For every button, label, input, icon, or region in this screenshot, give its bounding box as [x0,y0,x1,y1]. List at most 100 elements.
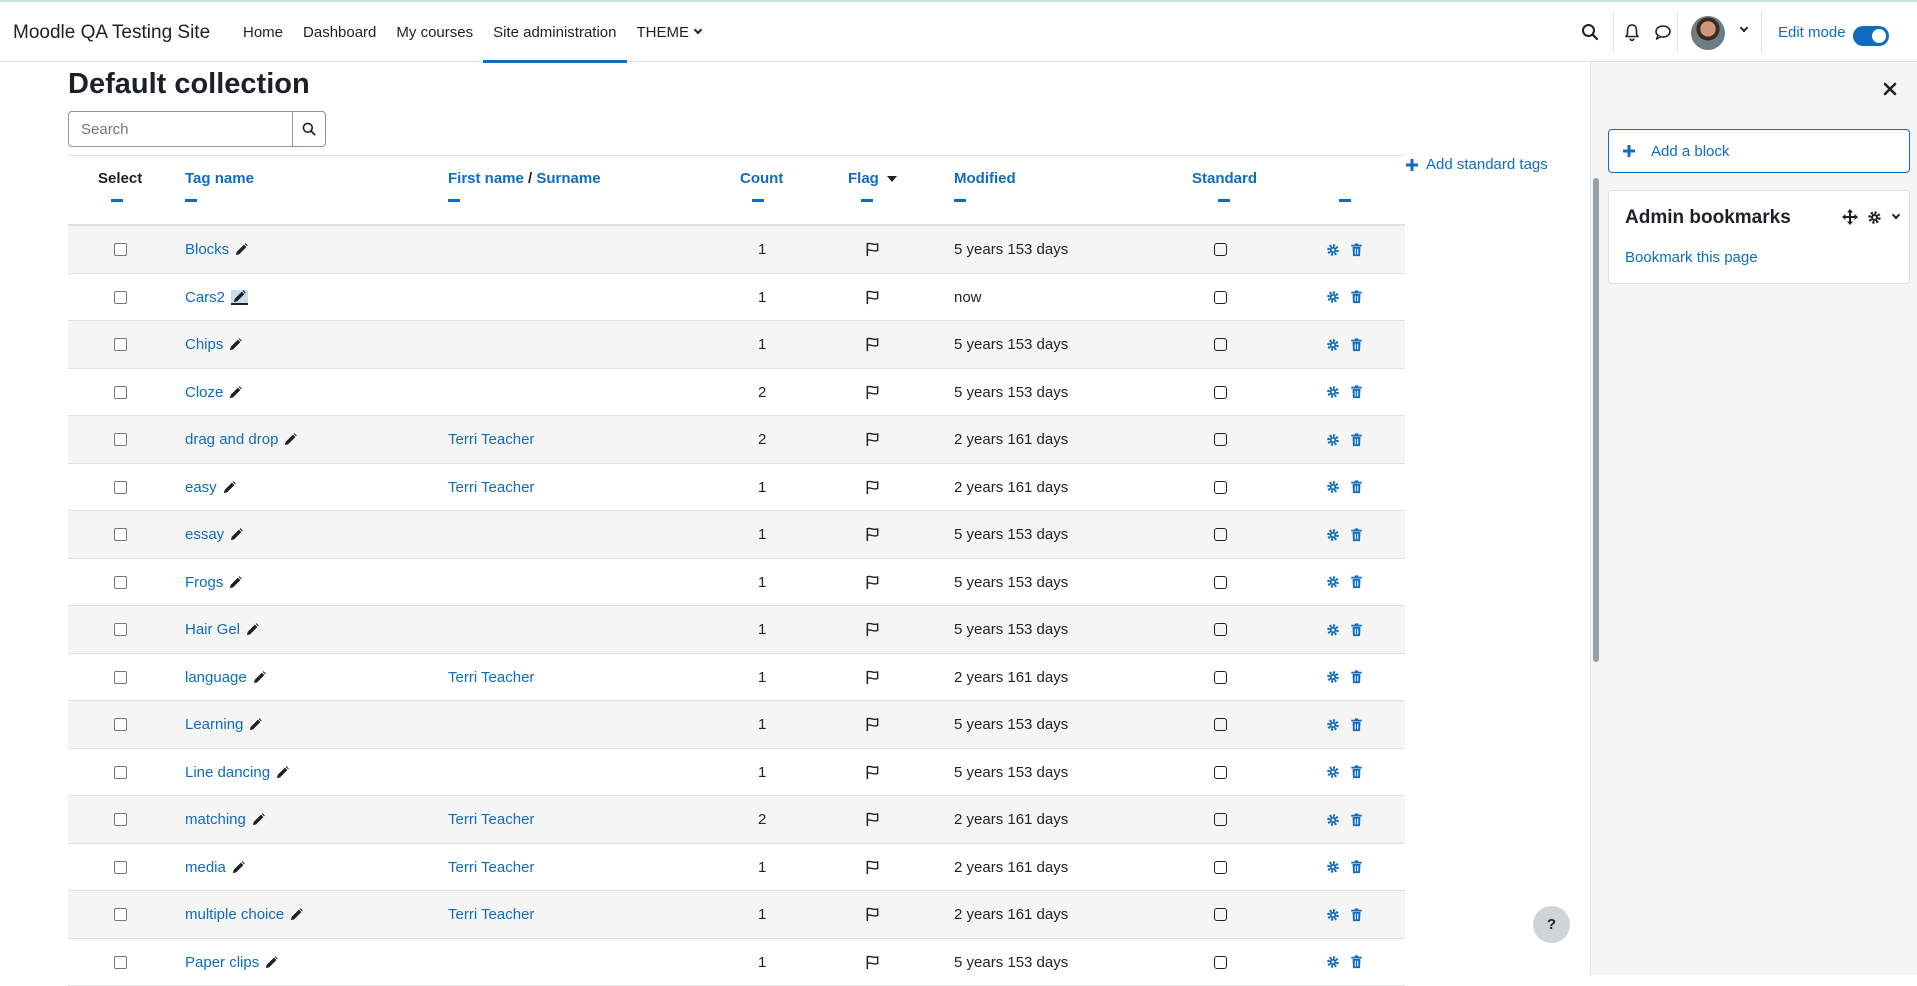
row-select-checkbox[interactable] [114,481,127,494]
pencil-icon[interactable] [223,481,236,494]
flag-icon[interactable] [865,385,880,400]
search-input[interactable] [68,111,292,147]
standard-toggle-icon[interactable] [1214,291,1227,304]
nav-home[interactable]: Home [233,2,293,62]
standard-toggle-icon[interactable] [1214,766,1227,779]
pencil-icon[interactable] [290,908,303,921]
gear-icon[interactable] [1326,670,1340,684]
collapse-column-control[interactable] [861,199,873,202]
trash-icon[interactable] [1350,480,1363,494]
pencil-icon[interactable] [229,576,242,589]
add-block-button[interactable]: Add a block [1608,129,1910,173]
gear-icon[interactable] [1326,385,1340,399]
standard-toggle-icon[interactable] [1214,908,1227,921]
collapse-column-control[interactable] [185,199,197,202]
tag-name-link[interactable]: Blocks [185,241,229,258]
user-link[interactable]: Terri Teacher [448,906,534,923]
user-link[interactable]: Terri Teacher [448,669,534,686]
nav-dashboard[interactable]: Dashboard [293,2,386,62]
site-brand[interactable]: Moodle QA Testing Site [13,22,210,44]
sort-modified[interactable]: Modified [954,170,1016,187]
gear-icon[interactable] [1326,765,1340,779]
row-select-checkbox[interactable] [114,243,127,256]
pencil-icon[interactable] [235,243,248,256]
chat-bubble-icon[interactable] [1653,22,1673,42]
tag-name-link[interactable]: Chips [185,336,223,353]
flag-icon[interactable] [865,812,880,827]
gear-icon[interactable] [1326,243,1340,257]
flag-icon[interactable] [865,242,880,257]
row-select-checkbox[interactable] [114,813,127,826]
flag-icon[interactable] [865,860,880,875]
user-avatar[interactable] [1691,16,1725,50]
standard-toggle-icon[interactable] [1214,433,1227,446]
row-select-checkbox[interactable] [114,338,127,351]
tag-name-link[interactable]: matching [185,811,246,828]
user-link[interactable]: Terri Teacher [448,859,534,876]
trash-icon[interactable] [1350,623,1363,637]
flag-icon[interactable] [865,955,880,970]
pencil-icon[interactable] [229,386,242,399]
trash-icon[interactable] [1350,670,1363,684]
move-icon[interactable] [1842,209,1858,225]
row-select-checkbox[interactable] [114,433,127,446]
collapse-column-control[interactable] [1218,199,1230,202]
gear-icon[interactable] [1326,860,1340,874]
trash-icon[interactable] [1350,765,1363,779]
user-link[interactable]: Terri Teacher [448,811,534,828]
help-button[interactable]: ? [1533,906,1570,943]
pencil-icon[interactable] [229,338,242,351]
pencil-icon[interactable] [253,671,266,684]
flag-icon[interactable] [865,432,880,447]
row-select-checkbox[interactable] [114,623,127,636]
trash-icon[interactable] [1350,813,1363,827]
flag-icon[interactable] [865,575,880,590]
collapse-column-control[interactable] [954,199,966,202]
gear-icon[interactable] [1326,813,1340,827]
tag-name-link[interactable]: Learning [185,716,243,733]
trash-icon[interactable] [1350,243,1363,257]
standard-toggle-icon[interactable] [1214,623,1227,636]
trash-icon[interactable] [1350,860,1363,874]
tag-name-link[interactable]: Cars2 [185,289,225,306]
standard-toggle-icon[interactable] [1214,576,1227,589]
trash-icon[interactable] [1350,575,1363,589]
add-standard-tags-link[interactable]: Add standard tags [1406,156,1548,173]
flag-icon[interactable] [865,290,880,305]
tag-name-link[interactable]: drag and drop [185,431,278,448]
flag-icon[interactable] [865,480,880,495]
row-select-checkbox[interactable] [114,671,127,684]
gear-icon[interactable] [1326,955,1340,969]
sort-count[interactable]: Count [740,170,783,187]
standard-toggle-icon[interactable] [1214,481,1227,494]
tag-name-link[interactable]: Frogs [185,574,223,591]
chevron-down-icon[interactable] [1892,211,1900,219]
tag-name-link[interactable]: Line dancing [185,764,270,781]
nav-theme-menu[interactable]: THEME [627,2,712,62]
row-select-checkbox[interactable] [114,528,127,541]
pencil-icon[interactable] [249,718,262,731]
gear-icon[interactable] [1326,718,1340,732]
bell-icon[interactable] [1622,22,1642,42]
tag-name-link[interactable]: media [185,859,226,876]
tag-name-link[interactable]: language [185,669,247,686]
trash-icon[interactable] [1350,433,1363,447]
trash-icon[interactable] [1350,955,1363,969]
standard-toggle-icon[interactable] [1214,718,1227,731]
trash-icon[interactable] [1350,718,1363,732]
tag-name-link[interactable]: Cloze [185,384,223,401]
user-link[interactable]: Terri Teacher [448,479,534,496]
row-select-checkbox[interactable] [114,908,127,921]
gear-icon[interactable] [1326,908,1340,922]
trash-icon[interactable] [1350,385,1363,399]
pencil-icon[interactable] [284,433,297,446]
pencil-icon[interactable] [232,861,245,874]
tag-name-link[interactable]: Paper clips [185,954,259,971]
sort-flag[interactable]: Flag [848,170,897,187]
row-select-checkbox[interactable] [114,291,127,304]
collapse-column-control[interactable] [752,199,764,202]
chevron-down-icon[interactable] [1740,24,1748,32]
pencil-icon[interactable] [276,766,289,779]
gear-icon[interactable] [1326,623,1340,637]
sort-tag-name[interactable]: Tag name [185,170,254,187]
